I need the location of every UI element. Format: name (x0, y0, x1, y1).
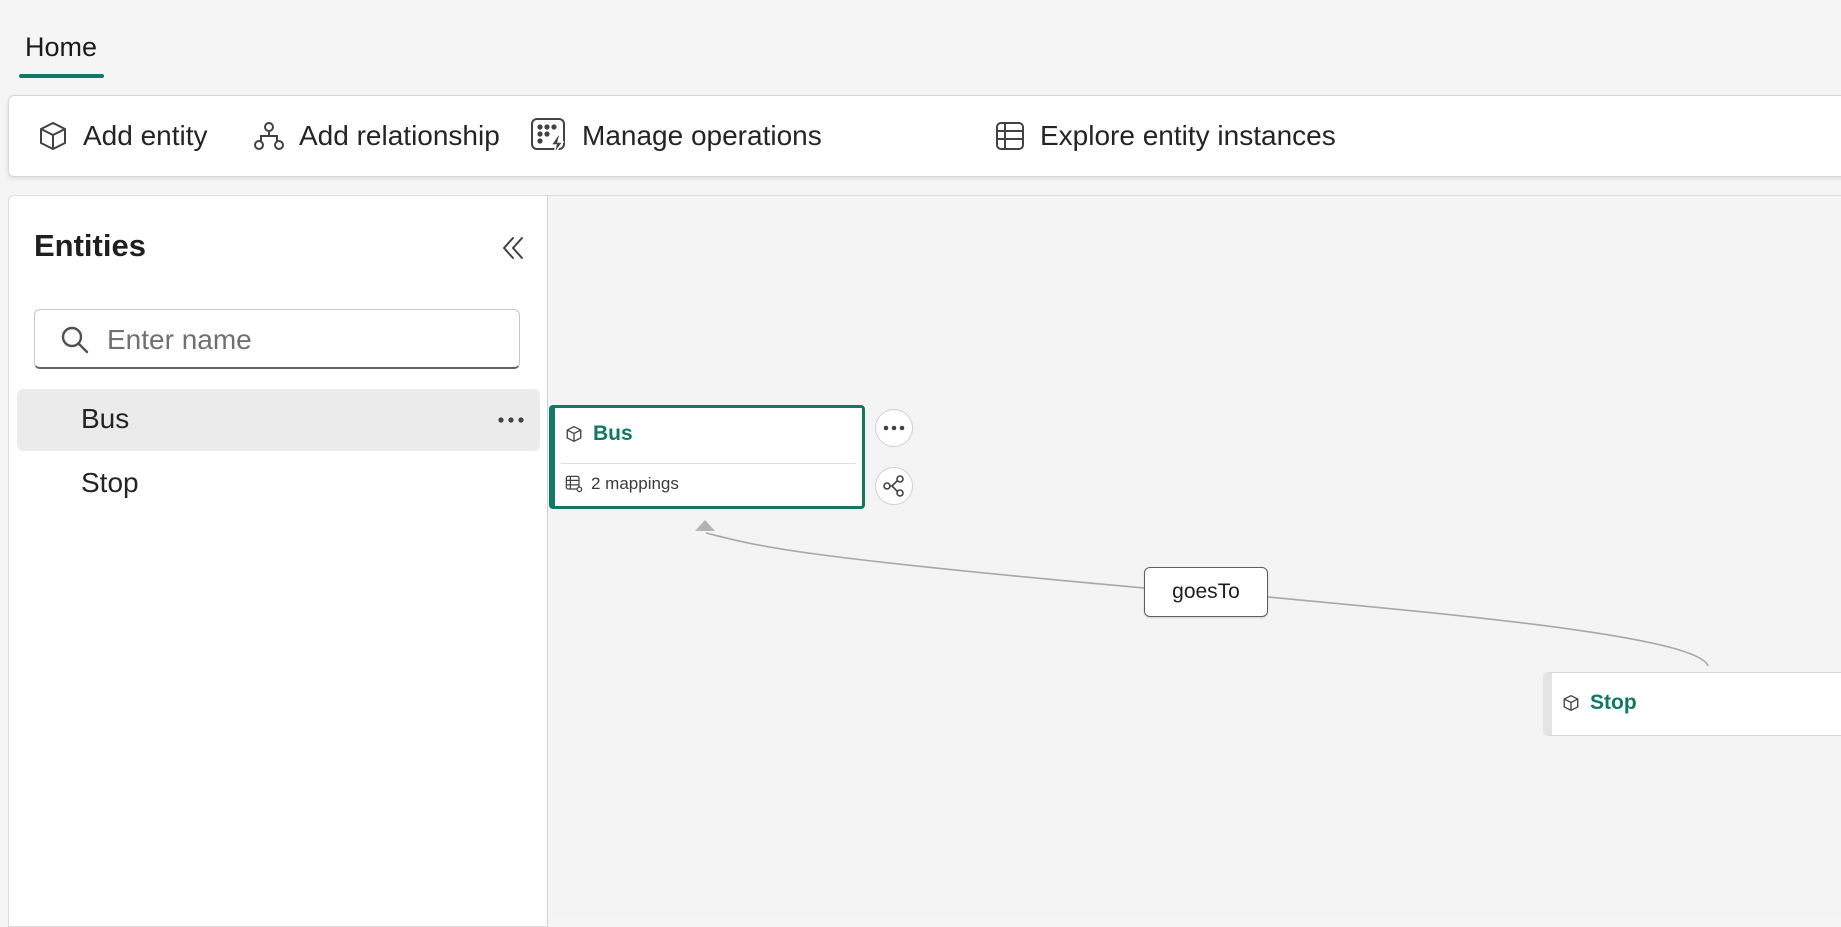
panel-title: Entities (34, 228, 146, 263)
node-mappings: 2 mappings (565, 474, 679, 494)
cube-icon (566, 426, 582, 442)
table-icon (996, 122, 1024, 150)
entity-more-button[interactable] (495, 405, 527, 435)
manage-operations-button[interactable]: Manage operations (530, 96, 822, 176)
graph-canvas[interactable]: Bus 2 mappings goesTo Stop (548, 195, 1841, 916)
search-input[interactable] (105, 318, 509, 362)
node-title: Stop (1590, 691, 1637, 714)
more-horizontal-icon (883, 425, 905, 431)
node-divider (561, 463, 856, 464)
entity-list-item-label: Bus (81, 403, 130, 434)
cube-icon (1563, 695, 1579, 711)
edge-arrow-head (695, 520, 715, 531)
cube-icon (40, 122, 66, 150)
active-tab-indicator (19, 74, 104, 78)
node-header: Bus (565, 422, 633, 446)
entity-list-item-stop[interactable]: Stop (17, 453, 540, 515)
entity-list-item-label: Stop (81, 467, 139, 498)
relationship-edge (695, 520, 1709, 667)
tab-bar: Home (0, 0, 1841, 92)
more-horizontal-icon (498, 417, 524, 423)
search-icon (61, 326, 89, 354)
tab-home[interactable]: Home (18, 28, 104, 78)
entity-node-stop[interactable]: Stop (1543, 672, 1841, 736)
node-mappings-count: 2 mappings (591, 474, 679, 493)
search-box (34, 309, 520, 369)
grid-lightning-icon (531, 118, 565, 155)
entity-node-bus[interactable]: Bus 2 mappings (549, 405, 865, 509)
entity-list-item-bus[interactable]: Bus (17, 389, 540, 451)
add-relationship-button[interactable]: Add relationship (253, 96, 500, 176)
add-relationship-label: Add relationship (299, 120, 500, 151)
ribbon-toolbar: Add entity Add relationship Manage opera… (8, 95, 1841, 177)
collapse-panel-button[interactable] (495, 230, 531, 266)
node-more-button[interactable] (875, 409, 913, 447)
share-nodes-icon (883, 475, 904, 497)
node-relationship-button[interactable] (875, 467, 913, 505)
manage-operations-label: Manage operations (582, 120, 822, 151)
explore-entity-instances-button[interactable]: Explore entity instances (994, 96, 1336, 176)
node-header: Stop (1562, 691, 1637, 715)
node-title: Bus (593, 422, 633, 445)
entities-panel: Entities Bus Stop (8, 195, 548, 927)
relationship-label[interactable]: goesTo (1144, 567, 1268, 617)
explore-entity-instances-label: Explore entity instances (1040, 120, 1336, 151)
table-link-icon (565, 475, 583, 493)
add-entity-label: Add entity (83, 120, 208, 151)
chevron-double-left-icon (503, 237, 523, 259)
hierarchy-icon (254, 122, 284, 150)
add-entity-button[interactable]: Add entity (37, 96, 208, 176)
